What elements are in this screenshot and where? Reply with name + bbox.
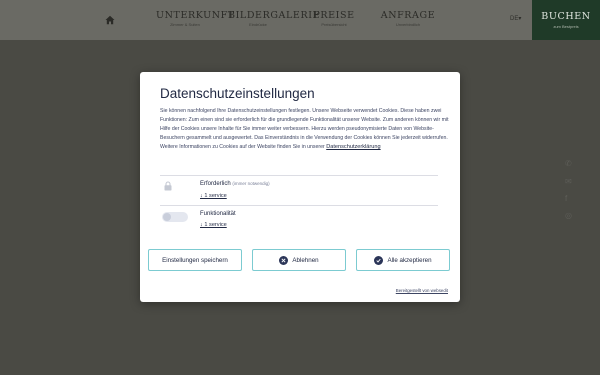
book-subtitle: zum Bestpreis	[553, 24, 579, 29]
facebook-icon[interactable]: f	[565, 195, 573, 203]
language-selector[interactable]: DE▾	[510, 15, 521, 22]
phone-icon[interactable]: ✆	[565, 160, 573, 168]
powered-by-link[interactable]: Bereitgestellt von websedit	[396, 288, 448, 293]
home-link[interactable]	[100, 10, 120, 30]
nav-item-title: BILDERGALERIE	[228, 10, 321, 21]
services-link[interactable]: ↓ 1 service	[200, 193, 227, 199]
nav-item-title: ANFRAGE	[380, 10, 436, 21]
dialog-description: Sie können nachfolgend Ihre Datenschutze…	[160, 107, 455, 152]
mail-icon[interactable]: ✉	[565, 178, 573, 186]
nav-item-subtitle: Preisübersicht	[321, 22, 347, 27]
category-name: Erforderlich	[200, 181, 231, 187]
description-text: Sie können nachfolgend Ihre Datenschutze…	[160, 108, 449, 150]
functionality-toggle[interactable]	[162, 212, 188, 222]
privacy-policy-link[interactable]: Datenschutzerklärung	[326, 144, 380, 150]
nav-item-subtitle: Unverbindlich	[395, 22, 421, 27]
nav-item-title: UNTERKUNFT	[156, 10, 235, 21]
services-link[interactable]: ↓ 1 service	[200, 222, 227, 228]
reject-button[interactable]: Ablehnen	[252, 249, 346, 271]
toggle-knob	[163, 213, 171, 221]
nav-item-bildergalerie[interactable]: BILDERGALERIE Eindrücke	[228, 10, 321, 34]
close-icon	[279, 255, 289, 265]
nav-item-subtitle: Zimmer & Suiten	[170, 22, 200, 27]
nav-item-preise[interactable]: PREISE Preisübersicht	[308, 10, 360, 34]
book-title: BUCHEN	[541, 11, 591, 22]
save-settings-button[interactable]: Einstellungen speichern	[148, 249, 242, 271]
button-label: Einstellungen speichern	[162, 256, 228, 264]
category-required: Erforderlich (immer notwendig)	[200, 181, 270, 187]
site-header: UNTERKUNFT Zimmer & Suiten BILDERGALERIE…	[0, 0, 600, 40]
accept-all-button[interactable]: Alle akzeptieren	[356, 249, 450, 271]
category-functionality: Funktionalität	[200, 211, 236, 217]
nav-item-unterkunft[interactable]: UNTERKUNFT Zimmer & Suiten	[156, 10, 235, 34]
book-button[interactable]: BUCHEN zum Bestpreis	[532, 0, 600, 40]
home-icon	[105, 15, 115, 25]
button-label: Alle akzeptieren	[387, 256, 432, 264]
check-icon	[374, 255, 384, 265]
category-note: (immer notwendig)	[232, 181, 270, 186]
dialog-title: Datenschutzeinstellungen	[160, 86, 315, 101]
nav-item-title: PREISE	[313, 10, 355, 21]
privacy-settings-dialog: Datenschutzeinstellungen Sie können nach…	[140, 72, 460, 302]
nav-item-subtitle: Eindrücke	[249, 22, 267, 27]
divider	[160, 175, 438, 176]
nav-item-anfrage[interactable]: ANFRAGE Unverbindlich	[380, 10, 436, 34]
divider	[160, 205, 438, 206]
instagram-icon[interactable]: ◎	[565, 212, 573, 220]
category-name: Funktionalität	[200, 211, 236, 217]
lock-icon	[164, 181, 172, 191]
button-label: Ablehnen	[292, 256, 319, 264]
chevron-down-icon: ▾	[518, 16, 522, 22]
